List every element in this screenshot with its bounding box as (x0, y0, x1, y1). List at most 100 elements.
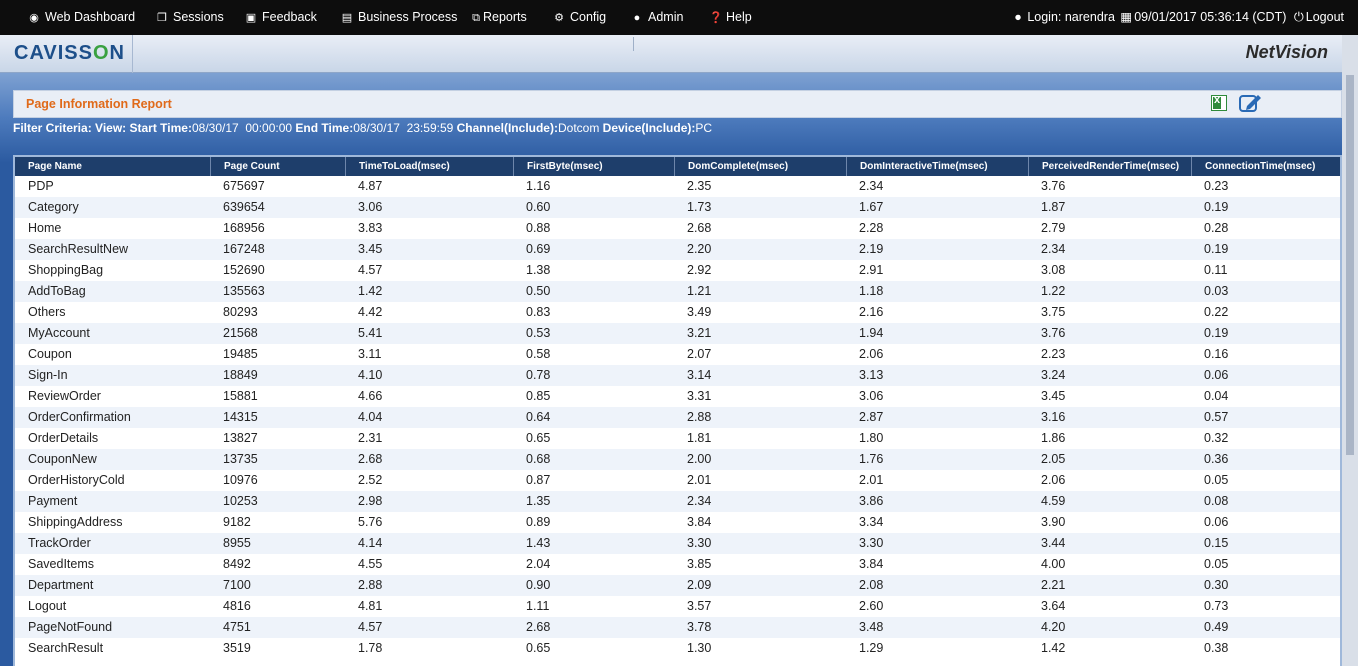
table-cell: 1.22 (1041, 284, 1066, 298)
table-cell: 21568 (223, 326, 258, 340)
table-cell: 2.00 (687, 452, 712, 466)
table-cell: 135563 (223, 284, 265, 298)
table-cell: 3.64 (1041, 599, 1066, 613)
table-row[interactable]: CouponNew 13735 2.68 0.68 2.00 1.76 2.05 0.36 (15, 449, 1340, 470)
table-row[interactable]: SavedItems 8492 4.55 2.04 3.85 3.84 4.00 0.05 (15, 554, 1340, 575)
nav-web-dashboard[interactable]: ◉ Web Dashboard (28, 0, 135, 35)
table-cell: 8492 (223, 557, 251, 571)
page-name-cell: Department (28, 578, 94, 592)
column-header[interactable]: DomInteractiveTime(msec) (846, 157, 1028, 176)
table-row[interactable]: ShoppingBag 152690 4.57 1.38 2.92 2.91 3.08 0.1… (15, 260, 1340, 281)
table-cell: 13735 (223, 452, 258, 466)
table-row[interactable]: SearchResultNew 167248 3.45 0.69 2.20 2.19 2.3… (15, 239, 1340, 260)
table-cell: 3.45 (358, 242, 383, 256)
table-row[interactable]: ReviewOrder 15881 4.66 0.85 3.31 3.06 3.45 0.04 (15, 386, 1340, 407)
report-title: Page Information Report (26, 97, 172, 111)
edit-icon[interactable] (1238, 92, 1264, 114)
table-cell: 2.19 (859, 242, 884, 256)
table-row[interactable]: ShippingAddress 9182 5.76 0.89 3.84 3.34 3.90 0… (15, 512, 1340, 533)
table-cell: 4.14 (358, 536, 383, 550)
table-cell: 167248 (223, 242, 265, 256)
page-name-cell: Logout (28, 599, 67, 613)
table-cell: 1.16 (526, 179, 551, 193)
nav-reports[interactable]: ⧉ Reports (470, 0, 527, 35)
table-cell: 0.03 (1204, 284, 1229, 298)
table-cell: 0.22 (1204, 305, 1229, 319)
table-cell: 4.66 (358, 389, 383, 403)
vertical-scrollbar[interactable] (1342, 35, 1358, 666)
table-cell: 1.80 (859, 431, 884, 445)
table-cell: 3.76 (1041, 179, 1066, 193)
table-cell: 0.58 (526, 347, 551, 361)
table-row[interactable]: OrderHistoryCold 10976 2.52 0.87 2.01 2.01 2.0… (15, 470, 1340, 491)
table-row[interactable]: OrderConfirmation 14315 4.04 0.64 2.88 2.87 3.… (15, 407, 1340, 428)
logout-button[interactable]: ⏻ Logout (1292, 10, 1344, 24)
table-row[interactable]: PageNotFound 4751 4.57 2.68 3.78 3.48 4.20 0.49 (15, 617, 1340, 638)
table-cell: 7100 (223, 578, 251, 592)
column-header[interactable]: TimeToLoad(msec) (345, 157, 513, 176)
table-row[interactable]: SearchResult 3519 1.78 0.65 1.30 1.29 1.42 0.38 (15, 638, 1340, 659)
table-row[interactable]: Coupon 19485 3.11 0.58 2.07 2.06 2.23 0.16 (15, 344, 1340, 365)
table-row[interactable]: AddToBag 135563 1.42 0.50 1.21 1.18 1.22 0.03 (15, 281, 1340, 302)
table-cell: 5.76 (358, 515, 383, 529)
app-header: CAVISSON NetVision (0, 35, 1358, 73)
table-cell: 0.15 (1204, 536, 1229, 550)
table-cell: 3.24 (1041, 368, 1066, 382)
table-cell: 8955 (223, 536, 251, 550)
table-cell: 4.42 (358, 305, 383, 319)
column-header[interactable]: DomComplete(msec) (674, 157, 846, 176)
table-cell: 1.18 (859, 284, 884, 298)
column-header[interactable]: FirstByte(msec) (513, 157, 674, 176)
nav-feedback[interactable]: ▣ Feedback (245, 0, 317, 35)
table-cell: 1.76 (859, 452, 884, 466)
column-header[interactable]: Page Name (15, 157, 210, 176)
table-row[interactable]: Others 80293 4.42 0.83 3.49 2.16 3.75 0.22 (15, 302, 1340, 323)
column-header[interactable]: ConnectionTime(msec) (1191, 157, 1340, 176)
table-row[interactable]: PDP 675697 4.87 1.16 2.35 2.34 3.76 0.23 (15, 176, 1340, 197)
table-row[interactable]: Home 168956 3.83 0.88 2.68 2.28 2.79 0.28 (15, 218, 1340, 239)
table-row[interactable]: Sign-In 18849 4.10 0.78 3.14 3.13 3.24 0.06 (15, 365, 1340, 386)
table-cell: 19485 (223, 347, 258, 361)
table-row[interactable]: TrackOrder 8955 4.14 1.43 3.30 3.30 3.44 0.15 (15, 533, 1340, 554)
table-cell: 4816 (223, 599, 251, 613)
column-header[interactable]: Page Count (210, 157, 345, 176)
page-name-cell: AddToBag (28, 284, 86, 298)
table-cell: 3.06 (358, 200, 383, 214)
page-name-cell: OrderHistoryCold (28, 473, 125, 487)
table-row[interactable]: MyAccount 21568 5.41 0.53 3.21 1.94 3.76 0.19 (15, 323, 1340, 344)
product-name: NetVision (1245, 42, 1328, 62)
table-cell: 3.08 (1041, 263, 1066, 277)
page-name-cell: SavedItems (28, 557, 95, 571)
header-divider (633, 37, 634, 51)
page-name-cell: ShippingAddress (28, 515, 123, 529)
power-icon: ⏻ (1293, 10, 1304, 24)
help-icon: ❓ (709, 12, 723, 24)
table-row[interactable]: Department 7100 2.88 0.90 2.09 2.08 2.21 0.30 (15, 575, 1340, 596)
nav-config[interactable]: ⚙ Config (553, 0, 606, 35)
nav-sessions[interactable]: ❐ Sessions (156, 0, 224, 35)
table-cell: 3.57 (687, 599, 712, 613)
export-excel-icon[interactable] (1211, 94, 1227, 111)
table-body: PDP 675697 4.87 1.16 2.35 2.34 3.76 0.23 Categor… (15, 176, 1340, 659)
feedback-icon: ▣ (245, 12, 257, 24)
table-cell: 2.04 (526, 557, 551, 571)
table-cell: 2.34 (859, 179, 884, 193)
table-cell: 0.19 (1204, 200, 1229, 214)
table-cell: 2.16 (859, 305, 884, 319)
nav-help[interactable]: ❓ Help (709, 0, 752, 35)
business-process-icon: ▤ (341, 12, 353, 24)
filter-channel: Dotcom (557, 121, 600, 135)
main-content: Page Information Report Filter Criteria:… (0, 73, 1358, 666)
nav-label: Admin (648, 10, 684, 24)
table-cell: 0.53 (526, 326, 551, 340)
table-row[interactable]: Payment 10253 2.98 1.35 2.34 3.86 4.59 0.08 (15, 491, 1340, 512)
table-cell: 2.98 (358, 494, 383, 508)
table-row[interactable]: OrderDetails 13827 2.31 0.65 1.81 1.80 1.86 0.3… (15, 428, 1340, 449)
table-row[interactable]: Logout 4816 4.81 1.11 3.57 2.60 3.64 0.73 (15, 596, 1340, 617)
table-row[interactable]: Category 639654 3.06 0.60 1.73 1.67 1.87 0.19 (15, 197, 1340, 218)
nav-admin[interactable]: ● Admin (631, 0, 684, 35)
column-header[interactable]: PerceivedRenderTime(msec) (1028, 157, 1191, 176)
page-name-cell: PDP (28, 179, 54, 193)
nav-business-process[interactable]: ▤ Business Process (341, 0, 458, 35)
scrollbar-thumb[interactable] (1346, 75, 1354, 455)
